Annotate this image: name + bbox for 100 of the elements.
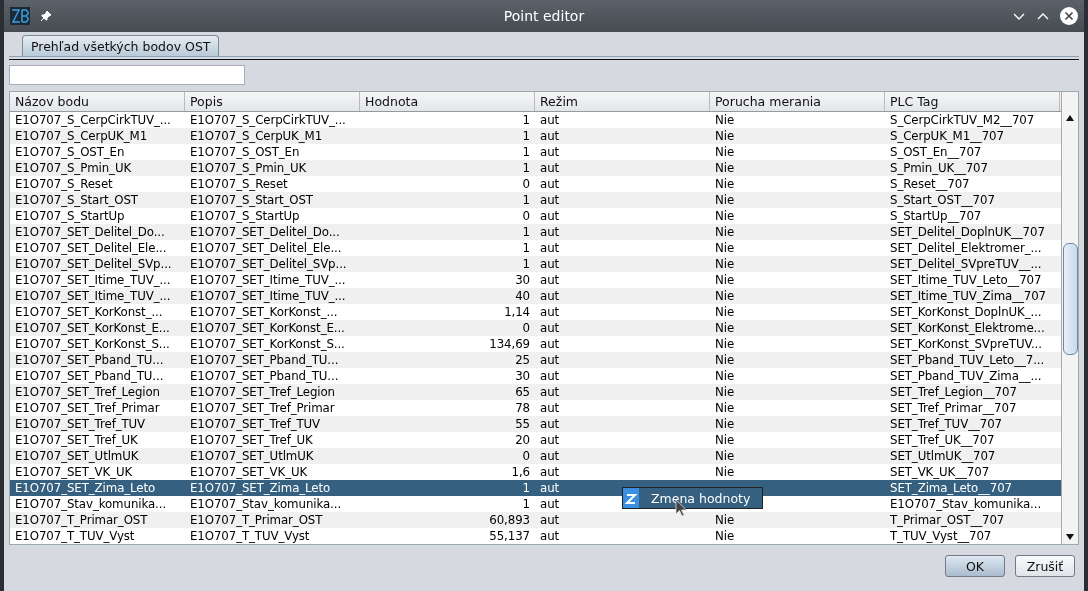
minimize-icon[interactable] <box>1012 11 1026 21</box>
table-row[interactable]: E1O707_SET_Delitel_Do... E1O707_SET_Delitel_Do... 1 aut Nie SET_Delitel_DoplnUK__707 <box>10 224 1061 240</box>
table-row[interactable]: E1O707_SET_Pband_TU... E1O707_SET_Pband_TU... 25 aut Nie SET_Pband_TUV_Leto__7... <box>10 352 1061 368</box>
table-cell: 1 <box>522 225 530 239</box>
table-cell: 30 <box>515 273 530 287</box>
column-header[interactable]: PLC Tag <box>885 92 1060 111</box>
table-cell: 0 <box>522 209 530 223</box>
table-cell: aut <box>540 481 560 495</box>
table-cell: Nie <box>715 161 735 175</box>
table-cell: aut <box>540 241 560 255</box>
column-header[interactable]: Hodnota <box>360 92 535 111</box>
column-header[interactable]: Režim <box>535 92 710 111</box>
table-cell: Nie <box>715 513 735 527</box>
table-cell: S_Reset__707 <box>890 177 970 191</box>
table-cell: 78 <box>515 401 530 415</box>
table-cell: aut <box>540 145 560 159</box>
table-cell: S_Start_OST__707 <box>890 193 995 207</box>
table-cell: Nie <box>715 401 735 415</box>
table-cell: E1O707_SET_Itime_TUV_... <box>15 289 171 303</box>
table-cell: Nie <box>715 209 735 223</box>
table-cell: SET_Itime_TUV_Zima__707 <box>890 289 1046 303</box>
table-cell: Nie <box>715 337 735 351</box>
table-cell: aut <box>540 513 560 527</box>
table-cell: Nie <box>715 465 735 479</box>
table-cell: aut <box>540 257 560 271</box>
column-header[interactable]: Porucha merania <box>710 92 885 111</box>
table-cell: E1O707_T_TUV_Vyst <box>15 529 135 543</box>
table-row[interactable]: E1O707_SET_Tref_Legion E1O707_SET_Tref_Legion 65 aut Nie SET_Tref_Legion__707 <box>10 384 1061 400</box>
table-cell: Nie <box>715 257 735 271</box>
scrollbar-thumb[interactable] <box>1063 243 1078 355</box>
table-cell: 1 <box>522 145 530 159</box>
table-cell: E1O707_SET_Pband_TU... <box>15 369 164 383</box>
table-row[interactable]: E1O707_SET_KorKonst_E... E1O707_SET_KorKonst_E... 0 aut Nie SET_KorKonst_Elektrome... <box>10 320 1061 336</box>
table-cell: E1O707_SET_Delitel_Ele... <box>15 241 167 255</box>
table-cell: T_Primar_OST__707 <box>890 513 1005 527</box>
table-cell: SET_VK_UK__707 <box>890 465 990 479</box>
table-row[interactable]: E1O707_SET_Tref_TUV E1O707_SET_Tref_TUV 55 aut Nie SET_Tref_TUV__707 <box>10 416 1061 432</box>
table-row[interactable]: E1O707_SET_Itime_TUV_... E1O707_SET_Itime_TUV_... 40 aut Nie SET_Itime_TUV_Zima__707 <box>10 288 1061 304</box>
table-cell: SET_Pband_TUV_Zima__... <box>890 369 1042 383</box>
maximize-icon[interactable] <box>1036 11 1050 21</box>
table-cell: S_OST_En__707 <box>890 145 982 159</box>
table-cell: E1O707_SET_Delitel_Ele... <box>190 241 342 255</box>
tab[interactable]: Prehľad všetkých bodov OST <box>22 35 220 56</box>
pin-icon[interactable] <box>40 10 52 22</box>
column-header[interactable]: Popis <box>185 92 360 111</box>
table-cell: E1O707_S_Reset <box>190 177 288 191</box>
table-cell: SET_UtlmUK__707 <box>890 449 996 463</box>
menu-item[interactable]: Zmena hodnoty <box>623 488 763 508</box>
table-cell: E1O707_S_StartUp <box>190 209 300 223</box>
search-field[interactable] <box>9 65 245 85</box>
table-cell: E1O707_S_Pmin_UK <box>190 161 307 175</box>
table-cell: E1O707_Stav_komunika... <box>190 497 342 511</box>
table-cell: SET_Tref_UK__707 <box>890 433 995 447</box>
table-cell: E1O707_SET_Tref_Legion <box>15 385 160 399</box>
table-cell: aut <box>540 209 560 223</box>
ok-button[interactable]: OK <box>945 555 1005 577</box>
table-cell: 1 <box>522 113 530 127</box>
table-cell: E1O707_SET_KorKonst_E... <box>15 321 170 335</box>
table-cell: SET_Delitel_DoplnUK__707 <box>890 225 1045 239</box>
table-cell: E1O707_SET_Pband_TU... <box>15 353 164 367</box>
table-cell: E1O707_S_Pmin_UK <box>15 161 132 175</box>
table-cell: 1 <box>522 497 530 511</box>
table-cell: SET_Delitel_Elektromer_... <box>890 241 1042 255</box>
table-cell: aut <box>540 337 560 351</box>
table-cell: E1O707_S_Reset <box>15 177 113 191</box>
table-cell: 60,893 <box>489 513 530 527</box>
table-cell: E1O707_SET_VK_UK <box>190 465 308 479</box>
table-cell: E1O707_SET_Delitel_Do... <box>190 225 340 239</box>
table-cell: E1O707_SET_KorKonst_... <box>190 305 338 319</box>
table-cell: Nie <box>715 241 735 255</box>
table-cell: 1 <box>522 161 530 175</box>
table-cell: E1O707_S_OST_En <box>15 145 125 159</box>
table-row[interactable]: E1O707_S_CerpUK_M1 E1O707_S_CerpUK_M1 1 aut Nie S_CerpUK_M1__707 <box>10 128 1061 144</box>
close-icon[interactable] <box>1060 7 1078 25</box>
table-row[interactable]: E1O707_S_Start_OST E1O707_S_Start_OST 1 aut Nie S_Start_OST__707 <box>10 192 1061 208</box>
table-cell: E1O707_SET_Tref_UK <box>190 433 313 447</box>
table-cell: Nie <box>715 273 735 287</box>
table-cell: E1O707_SET_Itime_TUV_... <box>190 273 346 287</box>
table-cell: E1O707_S_CerpCirkTUV_... <box>190 113 346 127</box>
table-cell: E1O707_Stav_komunika... <box>15 497 167 511</box>
table-row[interactable]: E1O707_SET_Delitel_SVp... E1O707_SET_Delitel_SVp... 1 aut Nie SET_Delitel_SVpreTUV__... <box>10 256 1061 272</box>
vertical-scrollbar[interactable] <box>1061 92 1078 544</box>
table-cell: S_CerpUK_M1__707 <box>890 129 1004 143</box>
table-row[interactable]: E1O707_T_Primar_OST E1O707_T_Primar_OST 60,893 aut Nie T_Primar_OST__707 <box>10 512 1061 528</box>
table-cell: E1O707_SET_KorKonst_... <box>15 305 163 319</box>
table-cell: E1O707_SET_Zima_Leto <box>190 481 331 495</box>
table-cell: 1,6 <box>511 465 530 479</box>
table-row[interactable]: E1O707_S_Pmin_UK E1O707_S_Pmin_UK 1 aut Nie S_Pmin_UK__707 <box>10 160 1061 176</box>
table-cell: E1O707_SET_Tref_TUV <box>15 417 146 431</box>
table-row[interactable]: E1O707_SET_UtlmUK E1O707_SET_UtlmUK 0 aut Nie SET_UtlmUK__707 <box>10 448 1061 464</box>
cancel-button[interactable]: Zrušiť <box>1015 555 1075 577</box>
table-cell: E1O707_SET_Delitel_Do... <box>15 225 165 239</box>
table-cell: E1O707_S_OST_En <box>190 145 300 159</box>
table-cell: E1O707_S_StartUp <box>15 209 125 223</box>
table-cell: E1O707_SET_Tref_UK <box>15 433 138 447</box>
table-cell: Nie <box>715 305 735 319</box>
table-cell: aut <box>540 177 560 191</box>
column-header[interactable]: Názov bodu <box>10 92 185 111</box>
table-cell: E1O707_SET_KorKonst_S... <box>190 337 345 351</box>
table-cell: aut <box>540 161 560 175</box>
